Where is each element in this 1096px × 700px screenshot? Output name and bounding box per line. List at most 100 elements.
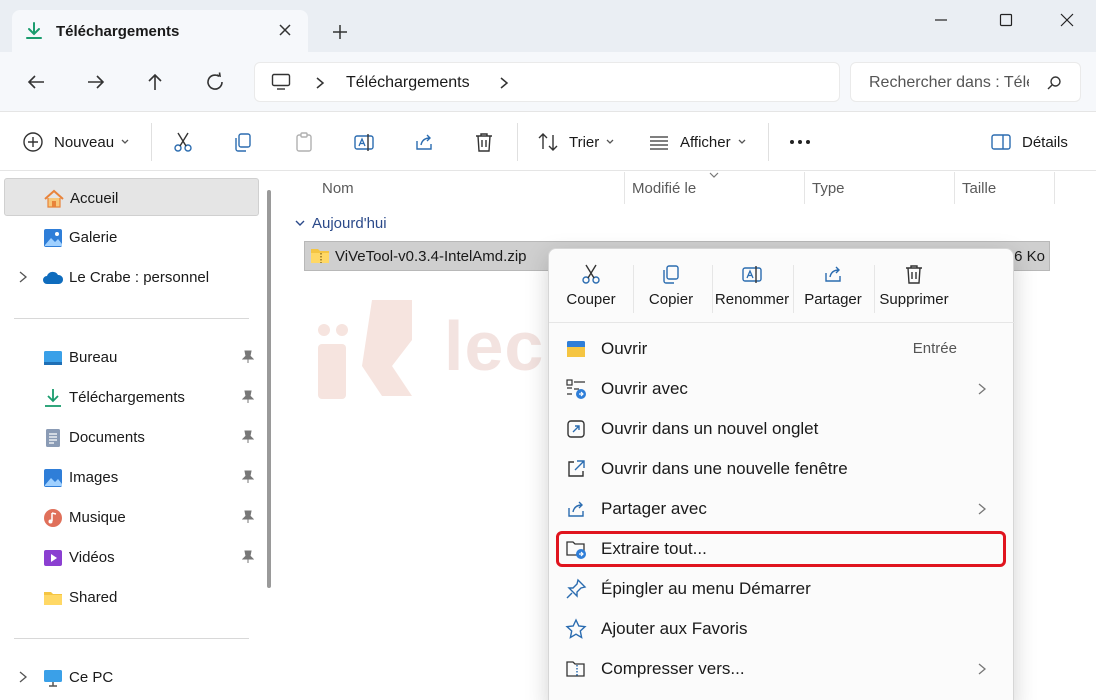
plus-icon[interactable] [330,22,350,42]
sidebar-scrollbar[interactable] [267,190,271,588]
sidebar-item-home[interactable]: Accueil [4,178,259,216]
menu-item-open-with[interactable]: Ouvrir avec [557,371,1005,407]
column-divider[interactable] [954,172,955,204]
context-cut-button[interactable]: Couper [551,263,631,319]
group-header-today[interactable]: Aujourd'hui [294,215,387,232]
menu-item-label: Ouvrir dans un nouvel onglet [601,419,819,438]
column-divider[interactable] [1054,172,1055,204]
pin-icon[interactable] [242,350,254,364]
menu-item-label: Ouvrir [601,339,648,358]
tab-downloads[interactable]: Téléchargements [12,10,308,52]
new-tab-icon [567,420,585,438]
paste-button[interactable] [293,129,315,155]
details-pane-icon [991,134,1011,150]
cut-button[interactable] [172,129,194,155]
column-header-modified[interactable]: Modifié le [632,180,696,197]
context-delete-label: Supprimer [879,291,949,308]
forward-arrow-icon[interactable] [84,70,108,94]
search-icon [1047,76,1061,90]
menu-item-pin-start[interactable]: Épingler au menu Démarrer [557,571,1005,607]
open-folder-icon [567,341,585,357]
chevron-right-icon [978,663,987,675]
menu-item-shortcut: Entrée [912,340,957,357]
sidebar-item-this-pc[interactable]: Ce PC [4,658,259,696]
address-location[interactable]: Téléchargements [346,74,470,92]
chevron-right-icon[interactable] [499,76,509,90]
address-row: Téléchargements Rechercher dans : Téléch… [0,52,1096,112]
open-with-icon [566,379,586,399]
chevron-down-icon [121,139,129,144]
maximize-button[interactable] [983,8,1029,32]
document-icon [46,429,60,447]
music-icon [44,509,62,527]
more-dots-icon [790,140,810,144]
menu-item-label: Épingler au menu Démarrer [601,579,811,598]
menu-item-open[interactable]: Ouvrir Entrée [557,331,1005,367]
context-share-label: Partager [804,291,862,308]
share-button[interactable] [413,129,435,155]
sidebar-item-onedrive[interactable]: Le Crabe : personnel [4,258,259,296]
up-arrow-icon[interactable] [143,70,167,94]
toolbar-divider [768,123,769,161]
pin-icon[interactable] [242,390,254,404]
refresh-icon[interactable] [203,70,227,94]
pin-icon[interactable] [242,550,254,564]
chevron-right-icon[interactable] [18,270,28,284]
sidebar-item-documents[interactable]: Documents [4,418,259,456]
view-button[interactable]: Afficher [648,129,747,155]
minimize-button[interactable] [918,8,964,32]
sort-label: Trier [569,133,600,151]
zip-folder-icon [311,249,329,263]
chevron-right-icon[interactable] [18,670,28,684]
search-box[interactable]: Rechercher dans : Téléchargements [850,62,1081,102]
column-header-size[interactable]: Taille [962,180,996,197]
rename-button[interactable] [353,129,375,155]
scissors-icon [174,132,192,152]
sidebar-item-desktop[interactable]: Bureau [4,338,259,376]
context-quick-actions: Couper Copier Renommer Partager Supprime… [549,249,1015,323]
menu-item-label: Compresser vers... [601,659,745,678]
context-rename-button[interactable]: Renommer [712,263,792,319]
copy-button[interactable] [232,129,254,155]
pin-icon [566,578,587,599]
sort-button[interactable]: Trier [537,129,615,155]
menu-item-open-new-window[interactable]: Ouvrir dans une nouvelle fenêtre [557,451,1005,487]
command-bar: Nouveau Trier Afficher Détails [0,113,1096,171]
chevron-right-icon[interactable] [315,76,325,90]
pin-icon[interactable] [242,430,254,444]
desktop-icon [44,351,62,365]
column-divider[interactable] [804,172,805,204]
more-options-button[interactable] [788,129,812,155]
sidebar-item-gallery[interactable]: Galerie [4,218,259,256]
new-button[interactable]: Nouveau [22,129,130,155]
sidebar-item-music[interactable]: Musique [4,498,259,536]
images-icon [44,469,62,487]
context-delete-button[interactable]: Supprimer [874,263,954,319]
pin-icon[interactable] [242,470,254,484]
context-share-button[interactable]: Partager [793,263,873,319]
menu-item-open-new-tab[interactable]: Ouvrir dans un nouvel onglet [557,411,1005,447]
close-window-button[interactable] [1044,8,1090,32]
address-bar[interactable]: Téléchargements [254,62,840,102]
back-arrow-icon[interactable] [24,70,48,94]
sidebar-item-images[interactable]: Images [4,458,259,496]
videos-icon [44,550,62,566]
menu-item-share-with[interactable]: Partager avec [557,491,1005,527]
column-divider[interactable] [624,172,625,204]
details-button[interactable]: Détails [990,129,1068,155]
context-cut-label: Couper [566,291,616,308]
column-header-type[interactable]: Type [812,180,845,197]
menu-item-compress[interactable]: Compresser vers... [557,651,1005,687]
delete-button[interactable] [473,129,495,155]
sidebar-item-shared[interactable]: Shared [4,578,259,616]
star-icon [565,618,587,639]
context-copy-button[interactable]: Copier [631,263,711,319]
pin-icon[interactable] [242,510,254,524]
sidebar-item-videos[interactable]: Vidéos [4,538,259,576]
sidebar-item-downloads[interactable]: Téléchargements [4,378,259,416]
menu-item-add-favorites[interactable]: Ajouter aux Favoris [557,611,1005,647]
close-icon[interactable] [276,21,294,39]
search-input[interactable]: Rechercher dans : Téléchargements [869,74,1029,92]
sidebar-divider [14,638,249,639]
column-header-name[interactable]: Nom [322,180,354,197]
